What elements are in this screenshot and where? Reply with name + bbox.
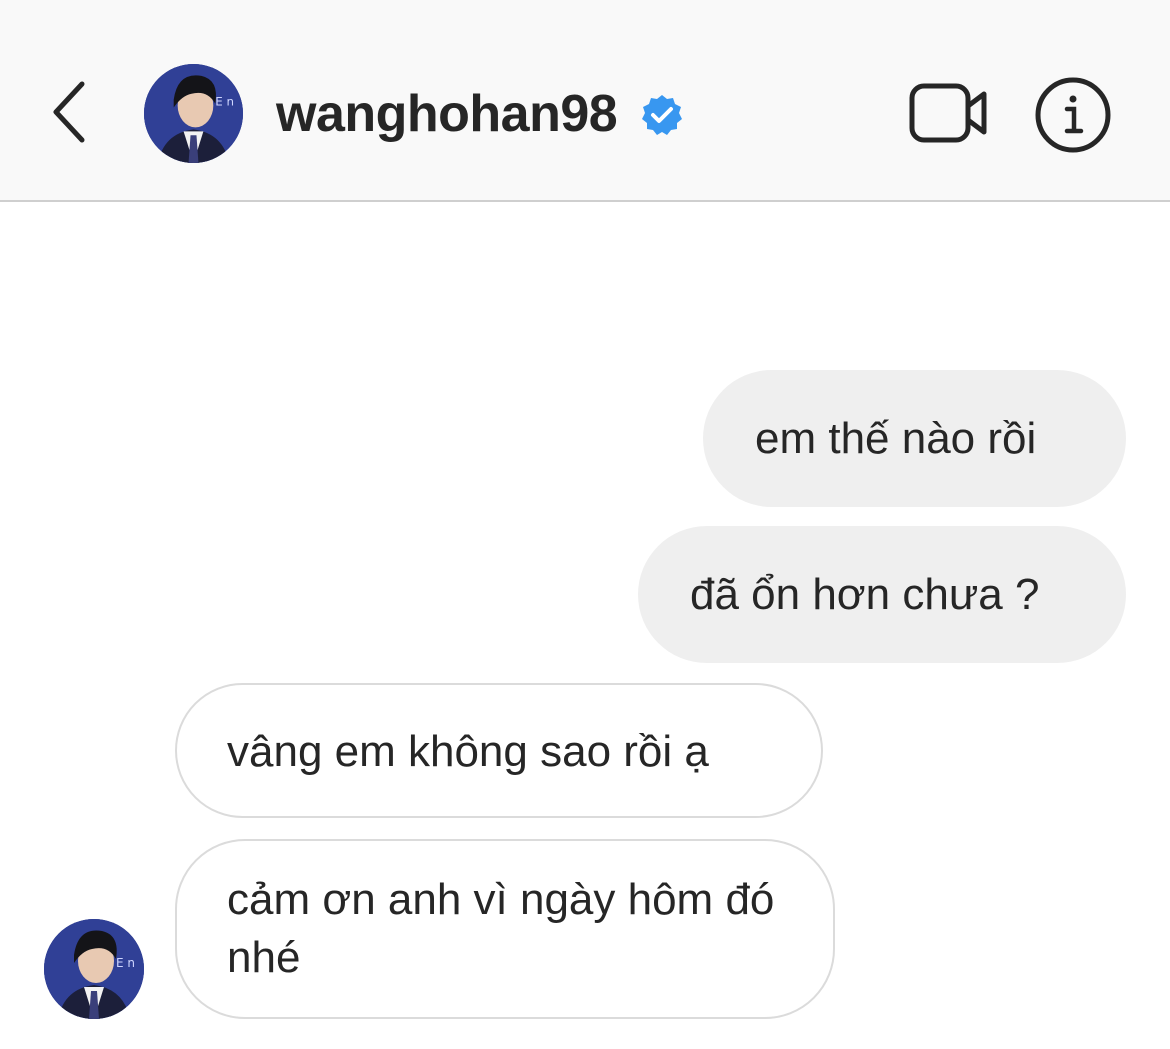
info-icon bbox=[1035, 77, 1111, 153]
username[interactable]: wanghohan98 bbox=[276, 84, 618, 144]
video-call-button[interactable] bbox=[908, 82, 990, 144]
info-button[interactable] bbox=[1034, 76, 1112, 154]
avatar-image: E n bbox=[144, 64, 243, 163]
chevron-left-icon bbox=[53, 81, 85, 143]
message-bubble-sent[interactable]: em thế nào rồi bbox=[703, 370, 1126, 507]
avatar[interactable]: E n bbox=[144, 64, 243, 163]
back-button[interactable] bbox=[44, 78, 100, 146]
sender-avatar[interactable]: E n bbox=[44, 919, 144, 1019]
svg-text:E n: E n bbox=[215, 95, 234, 109]
message-bubble-sent[interactable]: đã ổn hơn chưa ? bbox=[638, 526, 1126, 663]
video-camera-icon bbox=[909, 83, 987, 143]
message-bubble-received[interactable]: vâng em không sao rồi ạ bbox=[175, 683, 823, 818]
verified-badge-icon bbox=[640, 93, 684, 137]
message-bubble-received[interactable]: cảm ơn anh vì ngày hôm đó nhé bbox=[175, 839, 835, 1019]
chat-header: E n wanghohan98 bbox=[0, 0, 1170, 202]
svg-text:E n: E n bbox=[116, 956, 135, 970]
avatar-image: E n bbox=[44, 919, 144, 1019]
